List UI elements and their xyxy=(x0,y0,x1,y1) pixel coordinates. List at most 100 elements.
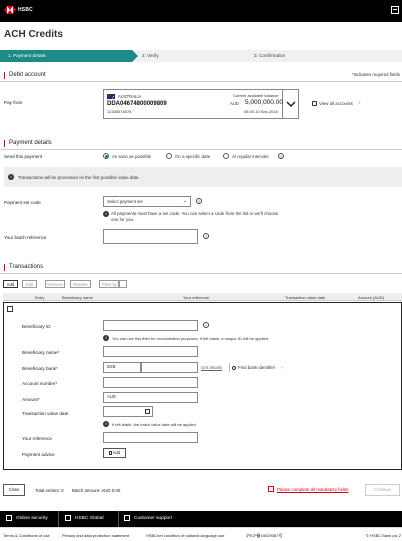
batch-ref-input[interactable] xyxy=(103,229,198,244)
radio-regular-intervals-label: At regular intervals xyxy=(232,154,269,159)
balance-as-of: 08.00.10 Sep.2016 xyxy=(244,109,278,114)
globe-icon xyxy=(65,515,71,521)
entry-checkbox[interactable] xyxy=(7,306,13,312)
support-icon xyxy=(124,515,130,521)
account-number-label: Account number* xyxy=(22,381,58,386)
divider xyxy=(0,149,402,150)
filter-chevron-icon[interactable]: ⌄ xyxy=(119,280,127,288)
info-icon: i xyxy=(103,421,109,427)
help-icon[interactable]: ? xyxy=(203,322,209,328)
icp-number: 沪ICP备15029387号 xyxy=(246,533,283,538)
col-value-date: Transaction value date xyxy=(285,295,326,300)
footer-links-bar: Online security HSBC Global Customer sup… xyxy=(0,511,402,527)
beneficiary-name-label: Beneficiary name* xyxy=(22,350,60,355)
pay-from-label: Pay from xyxy=(4,100,23,105)
divider xyxy=(0,273,402,274)
accounts-icon xyxy=(312,100,317,106)
value-date-input[interactable] xyxy=(103,406,153,417)
language-use-link[interactable]: HSBCnet condition of national language u… xyxy=(146,533,225,538)
restore-entry-button[interactable]: Restore xyxy=(70,280,91,288)
your-reference-label: Your reference xyxy=(22,436,52,441)
payment-details-heading: Payment details xyxy=(4,140,52,147)
bank-identifier-input[interactable] xyxy=(141,362,198,373)
info-icon: i xyxy=(103,335,109,341)
balance-currency: AUD xyxy=(230,101,239,106)
get-details-link[interactable]: Get details xyxy=(201,365,222,370)
radio-asap-label: As soon as possible xyxy=(112,154,152,159)
divider xyxy=(118,511,119,527)
set-code-label: Payment set code xyxy=(4,200,41,205)
set-code-note: All payments must have a set code. You c… xyxy=(111,211,279,222)
copyright: © HSBC Bank plc 2 xyxy=(366,533,401,538)
hsbc-hexagon-icon xyxy=(4,6,16,14)
chevron-down-icon: ⌄ xyxy=(182,198,187,204)
complete-fields-message[interactable]: Please complete all mandatory fields xyxy=(277,487,349,492)
set-code-select[interactable]: Select payment set ⌄ xyxy=(103,196,191,207)
col-entry: Entry xyxy=(35,295,45,300)
total-entries: Total entries: 0 xyxy=(35,488,64,493)
info-icon: i xyxy=(103,211,109,217)
add-payment-advice-button[interactable]: Add xyxy=(103,448,126,458)
radio-asap[interactable] xyxy=(103,153,109,159)
remove-entry-button[interactable]: Remove xyxy=(45,280,65,288)
radio-specific-date-label: On a specific date xyxy=(175,154,211,159)
beneficiary-id-note: You can use this field for reconciliatio… xyxy=(112,336,270,341)
account-dropdown-button[interactable] xyxy=(283,89,299,119)
help-icon[interactable]: ? xyxy=(278,153,284,159)
page-title: ACH Credits xyxy=(4,29,63,40)
help-icon[interactable]: ? xyxy=(196,198,202,204)
bsb-field[interactable]: BSB xyxy=(103,362,141,373)
info-banner-text: Transactions will be processed on the fi… xyxy=(18,175,140,180)
value-date-note: If left blank, the batch value date will… xyxy=(112,422,196,427)
debit-account-heading: Debit account xyxy=(4,72,46,79)
your-reference-input[interactable] xyxy=(103,432,198,443)
amount-label: Amount* xyxy=(22,397,40,402)
calendar-icon[interactable] xyxy=(145,409,150,414)
batch-amount: Batch amount: AUD 0.00 xyxy=(72,488,121,493)
close-button[interactable]: Close xyxy=(3,484,25,496)
payment-advice-label: Payment advice xyxy=(22,452,55,457)
amount-input[interactable]: AUD xyxy=(103,392,198,403)
chevron-down-icon xyxy=(286,101,296,108)
help-icon[interactable]: ? xyxy=(203,233,209,239)
account-number: DDA04674800009809 xyxy=(107,101,167,107)
view-all-accounts-link[interactable]: View all accounts › xyxy=(312,100,361,106)
chevron-right-icon: › xyxy=(281,365,283,370)
divider xyxy=(0,81,402,82)
new-entry-form xyxy=(3,302,402,470)
account-country: AUSTRALIA xyxy=(118,94,142,99)
footer-hsbc-global[interactable]: HSBC Global xyxy=(65,515,104,521)
beneficiary-id-label: Beneficiary ID xyxy=(22,324,51,329)
account-number-input[interactable] xyxy=(103,377,198,388)
step-confirmation: 3. Confirmation xyxy=(254,53,286,58)
radio-regular-intervals[interactable] xyxy=(223,153,229,159)
edit-entry-button[interactable]: Edit xyxy=(22,280,37,288)
footer-customer-support[interactable]: Customer support xyxy=(124,515,172,521)
find-bank-identifier-link[interactable]: Find bank identifier › xyxy=(232,365,283,370)
divider xyxy=(58,511,59,527)
lock-icon xyxy=(6,515,12,521)
legal-bar: Terms & Conditions of use Privacy and da… xyxy=(0,527,402,541)
col-your-reference: Your reference xyxy=(183,295,210,300)
radio-specific-date[interactable] xyxy=(166,153,172,159)
beneficiary-bank-label: Beneficiary bank* xyxy=(22,366,58,371)
beneficiary-name-input[interactable] xyxy=(103,346,198,357)
col-amount: Amount (AUD) xyxy=(358,295,385,300)
privacy-link[interactable]: Privacy and data protection statement xyxy=(62,533,129,538)
col-beneficiary-name: Beneficiary name xyxy=(62,295,93,300)
logout-icon[interactable] xyxy=(391,6,399,14)
batch-ref-label: Your batch reference xyxy=(4,235,47,240)
footer-online-security[interactable]: Online security xyxy=(6,515,48,521)
hsbc-logo[interactable]: HSBC xyxy=(4,6,33,14)
add-entry-button[interactable]: Add xyxy=(3,280,18,288)
account-sub-number: 12345576578 xyxy=(107,109,132,114)
error-icon xyxy=(268,486,274,492)
terms-link[interactable]: Terms & Conditions of use xyxy=(3,533,50,538)
step-payment-details: 1. Payment details xyxy=(0,50,138,62)
divider xyxy=(229,363,230,372)
filter-by-select[interactable]: Filter by xyxy=(99,280,119,288)
beneficiary-id-input[interactable] xyxy=(103,320,198,331)
continue-button[interactable]: Continue xyxy=(365,484,400,496)
info-icon: i xyxy=(8,174,14,180)
brand-name: HSBC xyxy=(18,7,33,13)
